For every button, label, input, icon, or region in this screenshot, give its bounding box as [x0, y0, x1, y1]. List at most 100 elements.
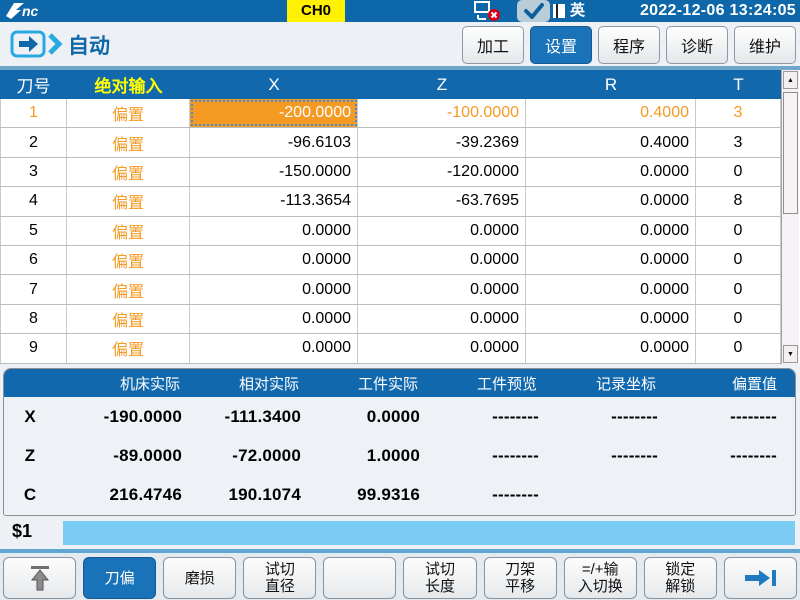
auto-mode-icon	[10, 28, 66, 60]
input-mode-cell[interactable]: 偏置	[67, 99, 190, 127]
softkey-page-next[interactable]	[724, 557, 797, 599]
axis-label: C	[4, 485, 56, 505]
workpiece-preview-value: --------	[428, 407, 547, 427]
table-row: 3 偏置 -150.0000 -120.0000 0.0000 0	[0, 158, 781, 187]
x-offset-cell[interactable]: 0.0000	[190, 334, 358, 362]
header-workpiece-actual: 工件实际	[309, 373, 428, 394]
command-line: $1	[0, 518, 800, 548]
channel-badge: CH0	[287, 0, 345, 22]
t-offset-cell[interactable]: 0	[696, 275, 781, 303]
input-mode-cell[interactable]: 偏置	[67, 334, 190, 362]
tab-program[interactable]: 程序	[598, 26, 660, 64]
softkey-bar: 刀偏 磨损 试切 直径 试切 长度 刀架 平移 =/+输 入切换 锁定 解锁	[0, 553, 800, 600]
softkey-input-toggle[interactable]: =/+输 入切换	[564, 557, 637, 599]
r-offset-cell[interactable]: 0.0000	[526, 158, 696, 186]
softkey-tool-offset[interactable]: 刀偏	[83, 557, 156, 599]
t-offset-cell[interactable]: 0	[696, 158, 781, 186]
input-mode-cell[interactable]: 偏置	[67, 217, 190, 245]
t-offset-cell[interactable]: 8	[696, 187, 781, 215]
z-offset-cell[interactable]: -39.2369	[358, 128, 526, 156]
tab-settings[interactable]: 设置	[530, 26, 592, 64]
input-mode-cell[interactable]: 偏置	[67, 305, 190, 333]
input-mode-cell[interactable]: 偏置	[67, 275, 190, 303]
coord-row-z: Z -89.0000 -72.0000 1.0000 -------- ----…	[4, 436, 795, 475]
header-tool-number: 刀号	[0, 70, 67, 99]
t-offset-cell[interactable]: 3	[696, 99, 781, 127]
softkey-empty[interactable]	[323, 557, 396, 599]
main-tabs: 加工 设置 程序 诊断 维护	[462, 26, 796, 64]
axis-label: Z	[4, 446, 56, 466]
softkey-label-line2: 平移	[505, 578, 535, 595]
r-offset-cell[interactable]: 0.0000	[526, 187, 696, 215]
workpiece-actual-value: 1.0000	[309, 446, 428, 466]
top-status-bar: nc CH0 英 2022-12-06 13:24:05	[0, 0, 800, 22]
workpiece-actual-value: 99.9316	[309, 485, 428, 505]
tool-number-cell: 8	[0, 305, 67, 333]
z-offset-cell[interactable]: 0.0000	[358, 334, 526, 362]
softkey-turret-translate[interactable]: 刀架 平移	[484, 557, 557, 599]
t-offset-cell[interactable]: 3	[696, 128, 781, 156]
record-coord-value: --------	[547, 407, 666, 427]
r-offset-cell[interactable]: 0.0000	[526, 275, 696, 303]
t-offset-cell[interactable]: 0	[696, 246, 781, 274]
scroll-up-button[interactable]: ▲	[783, 71, 798, 89]
x-offset-cell[interactable]: 0.0000	[190, 217, 358, 245]
x-offset-cell[interactable]: -96.6103	[190, 128, 358, 156]
z-offset-cell[interactable]: 0.0000	[358, 305, 526, 333]
offset-value: --------	[666, 407, 795, 427]
header-offset-value: 偏置值	[666, 373, 795, 394]
r-offset-cell[interactable]: 0.4000	[526, 99, 696, 127]
scroll-down-button[interactable]: ▼	[783, 345, 798, 363]
top-arrow-icon	[27, 564, 53, 592]
softkey-wear[interactable]: 磨损	[163, 557, 236, 599]
z-offset-cell[interactable]: 0.0000	[358, 217, 526, 245]
softkey-page-top[interactable]	[3, 557, 76, 599]
x-offset-cell-selected[interactable]: -200.0000	[190, 99, 358, 127]
input-mode-cell[interactable]: 偏置	[67, 187, 190, 215]
scrollbar-thumb[interactable]	[783, 92, 798, 214]
r-offset-cell[interactable]: 0.0000	[526, 217, 696, 245]
r-offset-cell[interactable]: 0.0000	[526, 246, 696, 274]
input-mode-cell[interactable]: 偏置	[67, 158, 190, 186]
x-offset-cell[interactable]: 0.0000	[190, 246, 358, 274]
z-offset-cell[interactable]: -120.0000	[358, 158, 526, 186]
z-offset-cell[interactable]: 0.0000	[358, 275, 526, 303]
x-offset-cell[interactable]: 0.0000	[190, 275, 358, 303]
z-offset-cell[interactable]: 0.0000	[358, 246, 526, 274]
table-scrollbar[interactable]: ▲ ▼	[781, 70, 799, 364]
softkey-trial-cut-diameter[interactable]: 试切 直径	[243, 557, 316, 599]
tool-number-cell: 4	[0, 187, 67, 215]
table-row: 8 偏置 0.0000 0.0000 0.0000 0	[0, 305, 781, 334]
z-offset-cell[interactable]: -63.7695	[358, 187, 526, 215]
header-record-coord: 记录坐标	[547, 373, 666, 394]
x-offset-cell[interactable]: 0.0000	[190, 305, 358, 333]
header-x: X	[190, 70, 358, 99]
command-prompt: $1	[12, 521, 32, 542]
softkey-lock-unlock[interactable]: 锁定 解锁	[644, 557, 717, 599]
input-mode-cell[interactable]: 偏置	[67, 128, 190, 156]
softkey-label: 刀偏	[105, 570, 135, 587]
relative-actual-value: -111.3400	[190, 407, 309, 427]
notebook-icon	[552, 3, 566, 19]
r-offset-cell[interactable]: 0.0000	[526, 305, 696, 333]
x-offset-cell[interactable]: -150.0000	[190, 158, 358, 186]
tab-diagnosis[interactable]: 诊断	[666, 26, 728, 64]
coordinate-panel-header: 机床实际 相对实际 工件实际 工件预览 记录坐标 偏置值	[4, 369, 795, 397]
coord-row-c: C 216.4746 190.1074 99.9316 --------	[4, 475, 795, 514]
t-offset-cell[interactable]: 0	[696, 305, 781, 333]
tab-maintenance[interactable]: 维护	[734, 26, 796, 64]
t-offset-cell[interactable]: 0	[696, 334, 781, 362]
tab-machining[interactable]: 加工	[462, 26, 524, 64]
header-relative-actual: 相对实际	[190, 373, 309, 394]
table-row: 1 偏置 -200.0000 -100.0000 0.4000 3	[0, 99, 781, 128]
r-offset-cell[interactable]: 0.4000	[526, 128, 696, 156]
t-offset-cell[interactable]: 0	[696, 217, 781, 245]
brand-logo-icon: nc	[5, 2, 61, 20]
x-offset-cell[interactable]: -113.3654	[190, 187, 358, 215]
header-machine-actual: 机床实际	[56, 373, 190, 394]
z-offset-cell[interactable]: -100.0000	[358, 99, 526, 127]
softkey-trial-cut-length[interactable]: 试切 长度	[403, 557, 476, 599]
input-mode-cell[interactable]: 偏置	[67, 246, 190, 274]
r-offset-cell[interactable]: 0.0000	[526, 334, 696, 362]
command-input[interactable]	[63, 521, 795, 545]
